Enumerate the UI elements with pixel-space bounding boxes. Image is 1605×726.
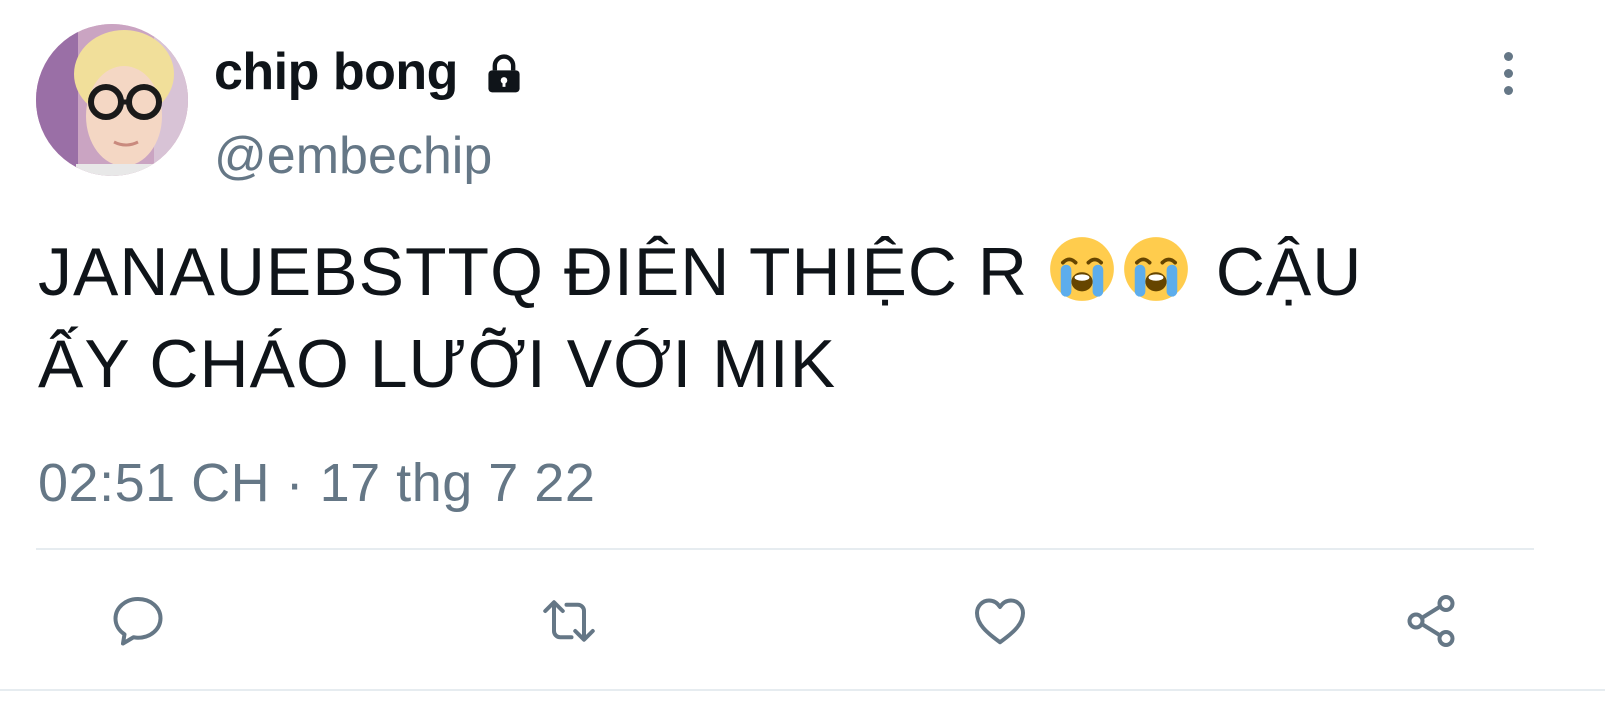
share-button[interactable]	[1398, 588, 1464, 654]
loudly-crying-face-icon	[1122, 235, 1190, 303]
bottom-divider	[0, 689, 1605, 691]
more-options-button[interactable]	[1484, 44, 1532, 102]
more-dot-icon	[1503, 85, 1513, 95]
tweet-text: JANAUEBSTTQ ĐIÊN THIỆC R CẬU ẤY CHÁO LƯỠ…	[38, 226, 1498, 410]
heart-icon	[975, 598, 1025, 645]
avatar[interactable]	[36, 24, 188, 176]
avatar-photo	[36, 24, 188, 176]
reply-button[interactable]	[105, 588, 171, 654]
more-dot-icon	[1503, 68, 1513, 78]
retweet-icon	[543, 600, 595, 642]
tweet-text-line1-end: CẬU	[1195, 234, 1363, 310]
author-handle[interactable]: @embechip	[214, 126, 492, 186]
tweet-text-line2: ẤY CHÁO LƯỠI VỚI MIK	[38, 326, 837, 402]
author-display-name[interactable]: chip bong	[214, 40, 526, 104]
retweet-button[interactable]	[536, 588, 602, 654]
lock-icon	[488, 54, 520, 93]
like-button[interactable]	[967, 588, 1033, 654]
share-icon	[1407, 595, 1455, 647]
tweet-timestamp[interactable]: 02:51 CH · 17 thg 7 22	[38, 452, 595, 514]
loudly-crying-face-icon	[1048, 235, 1116, 303]
reply-icon	[113, 597, 163, 646]
display-name-text: chip bong	[214, 43, 458, 101]
tweet-text-line1: JANAUEBSTTQ ĐIÊN THIỆC R	[38, 234, 1048, 310]
divider	[36, 548, 1534, 550]
more-dot-icon	[1503, 51, 1513, 61]
